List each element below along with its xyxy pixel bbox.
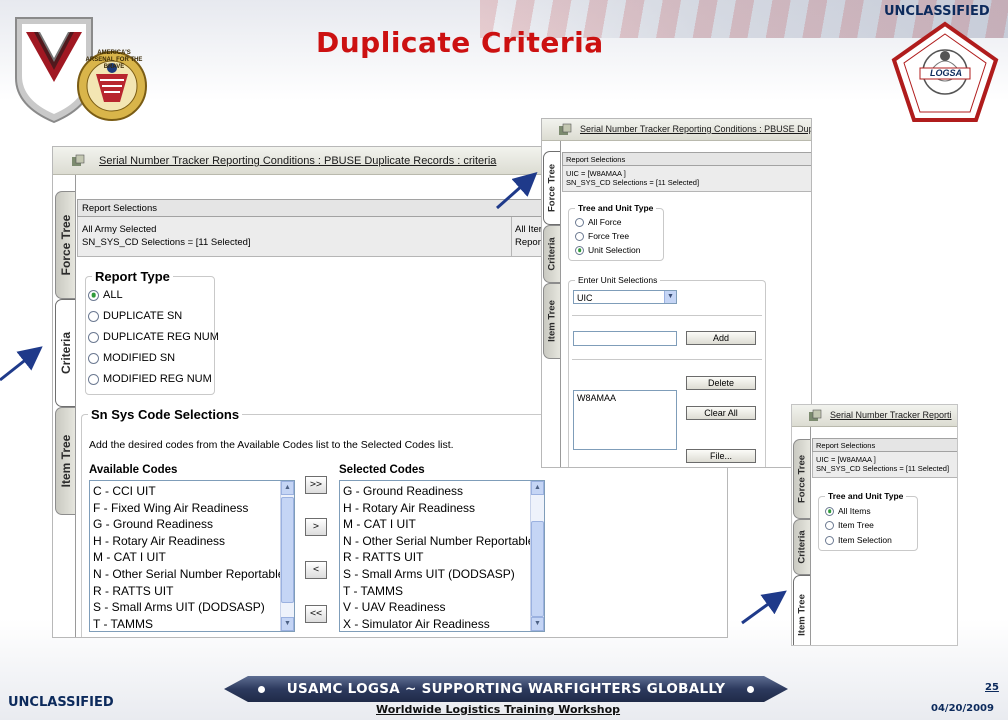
workshop-title: Worldwide Logistics Training Workshop (376, 703, 621, 716)
footer-banner: USAMC LOGSA ~ SUPPORTING WARFIGHTERS GLO… (224, 676, 788, 702)
arrow-to-force-tree-tab (496, 172, 538, 210)
slide-date: 04/20/2009 (931, 703, 994, 714)
arrow-to-item-tree-tab (741, 590, 787, 625)
page-number: 25 (985, 682, 999, 693)
arrow-to-criteria-tab (0, 346, 43, 382)
footer-banner-text: USAMC LOGSA ~ SUPPORTING WARFIGHTERS GLO… (286, 681, 726, 697)
classification-bottom: UNCLASSIFIED (8, 695, 114, 710)
annotation-arrows (0, 172, 787, 625)
